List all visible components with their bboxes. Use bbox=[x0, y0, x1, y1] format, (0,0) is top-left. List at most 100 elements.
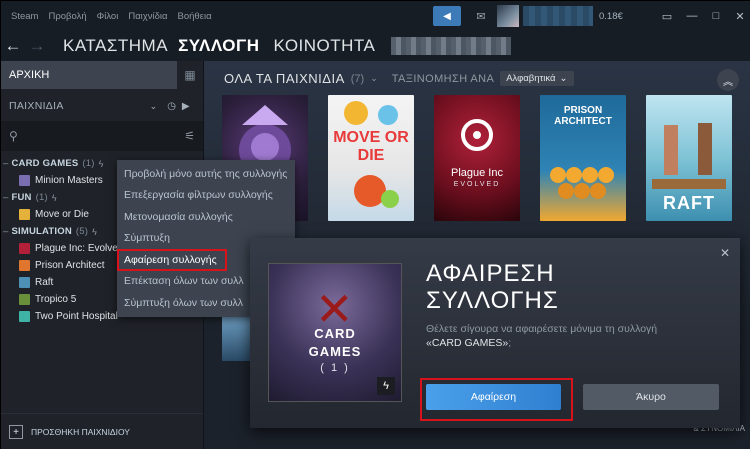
recent-and-play-icons[interactable]: ◷▶ bbox=[167, 101, 195, 112]
cover-subtitle: EVOLVED bbox=[453, 181, 501, 188]
game-icon bbox=[19, 260, 30, 271]
home-row: ΑΡΧΙΚΗ ▦ bbox=[1, 61, 203, 89]
menu-item-view-only-collection[interactable]: Προβολή μόνο αυτής της συλλογής bbox=[117, 163, 295, 185]
collection-count: (1) bbox=[82, 158, 95, 169]
plus-icon: + bbox=[9, 425, 23, 439]
remove-collection-dialog: ✕ ✕ CARD GAMES ( 1 ) ϟ ΑΦΑΙΡΕΣΗ ΣΥΛΛΟΓΗΣ… bbox=[250, 238, 740, 428]
game-icon bbox=[19, 311, 30, 322]
dynamic-collection-icon: ϟ bbox=[92, 226, 98, 237]
art-line-3: ( 1 ) bbox=[320, 362, 350, 374]
add-game-button[interactable]: + ΠΡΟΣΘΗΚΗ ΠΑΙΧΝΙΔΙΟΥ bbox=[1, 413, 203, 449]
menu-item-edit-filters[interactable]: Επεξεργασία φίλτρων συλλογής bbox=[117, 185, 295, 207]
game-title: Minion Masters bbox=[35, 175, 103, 186]
collection-name: SIMULATION bbox=[11, 226, 72, 237]
broadcast-button[interactable]: ◀ bbox=[433, 6, 461, 26]
shelf-title[interactable]: ΟΛΑ ΤΑ ΠΑΙΧΝΙΔΙΑ bbox=[224, 71, 345, 86]
game-title: Raft bbox=[35, 277, 54, 288]
grid-icon: ▦ bbox=[184, 68, 196, 82]
avatar[interactable] bbox=[497, 5, 519, 27]
double-chevron-up-icon: ︽ bbox=[723, 76, 733, 88]
menu-games[interactable]: Παιχνίδια bbox=[128, 11, 167, 22]
menu-friends[interactable]: Φίλοι bbox=[97, 11, 119, 22]
shelf-count: (7) bbox=[350, 72, 365, 85]
envelope-icon: ✉ bbox=[476, 10, 486, 23]
grid-view-button[interactable]: ▦ bbox=[177, 61, 203, 89]
cancel-button[interactable]: Άκυρο bbox=[583, 384, 719, 410]
sort-value: Αλφαβητικά bbox=[506, 73, 556, 84]
forward-button[interactable]: → bbox=[25, 35, 49, 57]
home-button[interactable]: ΑΡΧΙΚΗ bbox=[1, 69, 177, 81]
biohazard-icon bbox=[461, 119, 493, 151]
game-icon bbox=[19, 243, 30, 254]
game-cover-raft[interactable]: RAFT bbox=[646, 95, 732, 221]
add-game-label: ΠΡΟΣΘΗΚΗ ΠΑΙΧΝΙΔΙΟΥ bbox=[31, 427, 130, 437]
sort-dropdown[interactable]: Αλφαβητικά ⌄ bbox=[500, 71, 574, 86]
nav-library[interactable]: ΣΥΛΛΟΓΗ bbox=[178, 36, 259, 56]
maximize-icon: □ bbox=[712, 10, 720, 22]
cover-title: RAFT bbox=[663, 193, 715, 213]
game-cover-plague-inc[interactable]: Plague Inc EVOLVED bbox=[434, 95, 520, 221]
game-title: Tropico 5 bbox=[35, 294, 77, 305]
games-filter-row: ΠΑΙΧΝΙΔΙΑ ⌄ ◷▶ bbox=[1, 91, 203, 121]
collection-count: (1) bbox=[35, 192, 48, 203]
game-icon bbox=[19, 209, 30, 220]
game-icon bbox=[19, 277, 30, 288]
game-icon bbox=[19, 294, 30, 305]
dialog-title-line-1: ΑΦΑΙΡΕΣΗ bbox=[426, 260, 555, 287]
nav-store[interactable]: ΚΑΤΑΣΤΗΜΑ bbox=[63, 36, 168, 56]
dialog-collection-name: «CARD GAMES» bbox=[426, 337, 509, 349]
maximize-button[interactable]: □ bbox=[705, 6, 727, 26]
chevron-down-icon[interactable]: ⌄ bbox=[150, 101, 158, 112]
dialog-message: Θέλετε σίγουρα να αφαιρέσετε μόνιμα τη σ… bbox=[426, 322, 726, 350]
game-title: Two Point Hospital bbox=[35, 311, 118, 322]
game-title: Prison Architect bbox=[35, 260, 105, 271]
games-dropdown[interactable]: ΠΑΙΧΝΙΔΙΑ bbox=[9, 100, 64, 112]
big-picture-icon: ▭ bbox=[661, 10, 673, 23]
topbar-right: ◀ ✉ 0.18€ ▭ — □ ✕ bbox=[433, 5, 750, 27]
back-button[interactable]: ← bbox=[1, 35, 25, 57]
minimize-icon: — bbox=[686, 10, 698, 22]
game-cover-partial[interactable] bbox=[222, 315, 252, 361]
account-name-redacted[interactable] bbox=[523, 6, 593, 26]
lightning-icon: ϟ bbox=[377, 377, 395, 395]
arrow-right-icon: → bbox=[28, 36, 46, 55]
search-row: ⚲ ⚟ bbox=[1, 121, 203, 151]
nav-bar: ← → ΚΑΤΑΣΤΗΜΑ ΣΥΛΛΟΓΗ ΚΟΙΝΟΤΗΤΑ bbox=[1, 31, 750, 61]
game-icon bbox=[19, 175, 30, 186]
collection-name: FUN bbox=[11, 192, 32, 203]
remove-button[interactable]: Αφαίρεση bbox=[426, 384, 561, 410]
chevron-down-icon: ⌄ bbox=[559, 73, 568, 84]
search-icon[interactable]: ⚲ bbox=[9, 129, 18, 143]
game-title: Plague Inc: Evolved bbox=[35, 243, 124, 254]
close-window-button[interactable]: ✕ bbox=[729, 6, 750, 26]
game-title: Move or Die bbox=[35, 209, 89, 220]
close-icon[interactable]: ✕ bbox=[720, 246, 730, 260]
sort-label: ΤΑΞΙΝΟΜΗΣΗ ΑΝΑ bbox=[391, 72, 495, 85]
nav-community[interactable]: ΚΟΙΝΟΤΗΤΑ bbox=[274, 36, 376, 56]
art-line-1: CARD bbox=[314, 326, 356, 341]
game-cover-prison-architect[interactable]: PRISON ARCHITECT bbox=[540, 95, 626, 221]
game-cover-move-or-die[interactable]: MOVE OR DIE bbox=[328, 95, 414, 221]
filter-icon[interactable]: ⚟ bbox=[184, 129, 195, 143]
minimize-button[interactable]: — bbox=[681, 6, 703, 26]
dynamic-collection-icon: ϟ bbox=[98, 158, 104, 169]
dynamic-collection-icon: ϟ bbox=[51, 192, 57, 203]
menu-view[interactable]: Προβολή bbox=[48, 11, 86, 22]
menu-help[interactable]: Βοήθεια bbox=[178, 11, 212, 22]
nav-username-redacted[interactable] bbox=[391, 37, 512, 55]
close-icon: ✕ bbox=[735, 10, 745, 23]
menu-bar: Steam Προβολή Φίλοι Παιχνίδια Βοήθεια ◀ … bbox=[1, 1, 750, 31]
chevron-down-icon[interactable]: ⌄ bbox=[370, 73, 378, 84]
collapse-shelf-button[interactable]: ︽ bbox=[717, 69, 739, 91]
menu-item-rename[interactable]: Μετονομασία συλλογής bbox=[117, 206, 295, 228]
cover-art bbox=[344, 101, 399, 208]
dialog-title-line-2: ΣΥΛΛΟΓΗΣ bbox=[426, 287, 559, 314]
collection-name: CARD GAMES bbox=[11, 158, 79, 169]
shelf-header: ΟΛΑ ΤΑ ΠΑΙΧΝΙΔΙΑ (7) ⌄ ΤΑΞΙΝΟΜΗΣΗ ΑΝΑ Αλ… bbox=[224, 71, 574, 86]
big-picture-button[interactable]: ▭ bbox=[655, 7, 679, 25]
dialog-title: ΑΦΑΙΡΕΣΗ ΣΥΛΛΟΓΗΣ bbox=[426, 260, 726, 314]
menu-item-remove-collection[interactable]: Αφαίρεση συλλογής bbox=[117, 249, 227, 271]
notifications-button[interactable]: ✉ bbox=[471, 6, 491, 26]
dialog-message-suffix: ; bbox=[508, 337, 512, 349]
menu-steam[interactable]: Steam bbox=[11, 11, 38, 22]
